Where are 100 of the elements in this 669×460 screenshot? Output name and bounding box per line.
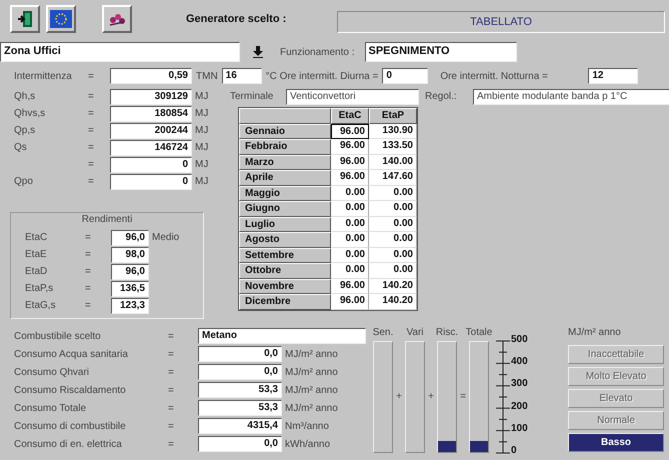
consumption-field[interactable]: 53,3 xyxy=(198,382,282,398)
rating-button[interactable]: Molto Elevato xyxy=(568,367,664,386)
table-cell[interactable]: 0.00 xyxy=(331,248,369,263)
field-label: Consumo Qhvari xyxy=(13,366,90,378)
table-cell[interactable]: 96.00 xyxy=(331,124,369,139)
mode-field[interactable]: SPEGNIMENTO xyxy=(364,42,516,62)
table-cell[interactable]: 140.20 xyxy=(369,278,417,294)
consumption-field[interactable]: 4315,4 xyxy=(198,418,282,434)
table-cell[interactable]: 0.00 xyxy=(369,186,417,201)
consumption-field[interactable]: 53,3 xyxy=(198,400,282,416)
flag-icon xyxy=(50,10,72,28)
table-cell[interactable]: 133.50 xyxy=(369,139,417,154)
rating-button[interactable]: Elevato xyxy=(568,389,664,408)
rating-button[interactable]: Normale xyxy=(568,411,664,430)
table-cell[interactable]: 0.00 xyxy=(331,232,369,248)
energy-field[interactable]: 146724 xyxy=(110,140,192,156)
efficiency-field[interactable]: 123,3 xyxy=(111,298,149,314)
energy-field[interactable]: 200244 xyxy=(110,122,192,138)
field-label: Ore intermitt. Notturna = xyxy=(440,70,549,82)
field-label: Consumo Totale xyxy=(13,402,88,414)
night-hours-field[interactable]: 12 xyxy=(588,68,638,84)
efficiency-field[interactable]: 98,0 xyxy=(111,246,149,262)
unit-label: MJ xyxy=(195,176,208,187)
tick-label: 0 xyxy=(511,444,518,456)
day-hours-field[interactable]: 0 xyxy=(382,68,428,84)
row-header: Novembre xyxy=(239,278,331,294)
table-cell[interactable]: 140.20 xyxy=(369,294,417,310)
table-cell[interactable]: 130.90 xyxy=(369,124,417,139)
table-cell[interactable]: 96.00 xyxy=(331,154,369,170)
table-cell[interactable]: 0.00 xyxy=(369,216,417,232)
efficiency-field[interactable]: 96,0 xyxy=(111,230,149,246)
table-cell[interactable]: 0.00 xyxy=(331,201,369,216)
field-label: EtaD xyxy=(25,266,48,277)
door-icon xyxy=(17,10,33,28)
toolbar-button[interactable] xyxy=(46,5,76,33)
row-header: Luglio xyxy=(239,216,331,232)
operator-sign: = xyxy=(460,391,466,402)
energy-field[interactable]: 0 xyxy=(110,156,192,172)
table-cell[interactable]: 0.00 xyxy=(331,216,369,232)
table-cell[interactable]: 96.00 xyxy=(331,294,369,310)
field-label: EtaP,s xyxy=(25,283,54,294)
consumption-field[interactable]: 0,0 xyxy=(198,346,282,362)
rating-button[interactable]: Inaccettabile xyxy=(568,345,664,364)
equals-sign: = xyxy=(168,330,175,342)
operator-sign: + xyxy=(396,391,402,402)
field-label: Qs xyxy=(13,142,28,153)
unit-label: MJ/m² anno xyxy=(285,402,338,414)
unit-label: MJ xyxy=(195,108,208,119)
equals-sign: = xyxy=(85,249,92,260)
table-cell[interactable]: 96.00 xyxy=(331,170,369,186)
table-cell[interactable]: 0.00 xyxy=(369,201,417,216)
equals-sign: = xyxy=(168,384,175,396)
table-cell[interactable]: 140.00 xyxy=(369,154,417,170)
rating-button[interactable]: Basso xyxy=(568,433,664,452)
equals-sign: = xyxy=(88,142,95,153)
tmn-field[interactable]: 16 xyxy=(222,68,262,84)
intermittence-field[interactable]: 0,59 xyxy=(110,68,192,84)
fuel-field[interactable]: Metano xyxy=(198,328,366,344)
unit-label: MJ/m² anno xyxy=(568,327,622,338)
terminal-field[interactable]: Venticonvettori xyxy=(286,88,419,104)
equals-sign: = xyxy=(85,283,92,294)
field-label: EtaE xyxy=(25,249,48,260)
tick-label: 400 xyxy=(511,356,528,368)
unit-label: MJ/m² anno xyxy=(285,384,338,396)
equals-sign: = xyxy=(88,176,95,187)
toolbar-button[interactable] xyxy=(10,5,40,33)
table-cell[interactable]: 0.00 xyxy=(369,232,417,248)
equals-sign: = xyxy=(168,348,175,360)
unit-label: MJ xyxy=(195,91,208,102)
consumption-field[interactable]: 0,0 xyxy=(198,364,282,380)
energy-field[interactable]: 309129 xyxy=(110,88,192,104)
meter-label: Vari xyxy=(406,327,424,340)
table-cell[interactable]: 96.00 xyxy=(331,278,369,294)
tick-label: 300 xyxy=(511,378,528,390)
table-cell[interactable]: 0.00 xyxy=(331,263,369,278)
unit-label: MJ xyxy=(195,142,208,153)
unit-label: MJ xyxy=(195,125,208,136)
field-label: Consumo Acqua sanitaria xyxy=(13,348,129,360)
regulation-field[interactable]: Ambiente modulante banda p 1°C xyxy=(473,88,669,104)
tick-label: 200 xyxy=(511,400,528,412)
table-cell[interactable]: 0.00 xyxy=(369,248,417,263)
group-title: Rendimenti xyxy=(80,214,134,225)
consumption-field[interactable]: 0,0 xyxy=(198,436,282,452)
toolbar-button[interactable] xyxy=(102,5,132,33)
efficiency-field[interactable]: 96,0 xyxy=(111,264,149,280)
row-header: Febbraio xyxy=(239,139,331,154)
efficiency-field[interactable]: 136,5 xyxy=(111,280,149,296)
table-cell[interactable]: 0.00 xyxy=(369,263,417,278)
field-label: Intermittenza xyxy=(13,70,73,82)
row-header: Ottobre xyxy=(239,263,331,278)
energy-field[interactable]: 0 xyxy=(110,174,192,190)
table-cell[interactable]: 0.00 xyxy=(331,186,369,201)
table-cell[interactable]: 96.00 xyxy=(331,139,369,154)
table-cell[interactable]: 147.60 xyxy=(369,170,417,186)
energy-field[interactable]: 180854 xyxy=(110,106,192,122)
field-label: EtaC xyxy=(25,232,48,243)
field-label: Consumo di combustibile xyxy=(13,420,127,432)
field-label: Regol.: xyxy=(425,91,458,102)
zone-field[interactable]: Zona Uffici xyxy=(0,42,240,62)
column-header: EtaC xyxy=(331,108,369,124)
